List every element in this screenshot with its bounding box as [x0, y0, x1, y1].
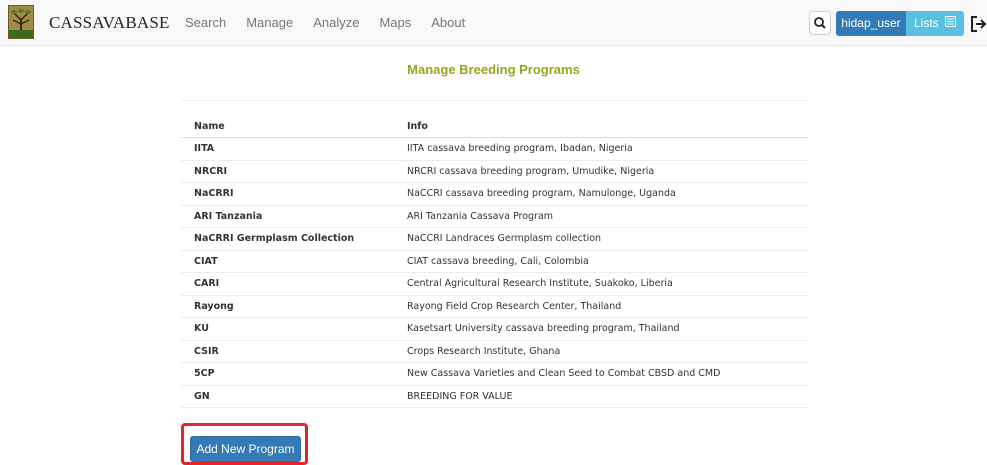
program-name[interactable]: IITA [181, 137, 394, 161]
breeding-programs-table: Name Info IITA IITA cassava breeding prog… [181, 115, 808, 408]
program-name[interactable]: KU [181, 317, 394, 341]
program-name[interactable]: CIAT [181, 250, 394, 273]
table-row: Rayong Rayong Field Crop Research Center,… [181, 295, 808, 318]
program-name[interactable]: Rayong [181, 295, 394, 318]
page-title: Manage Breeding Programs [407, 62, 580, 77]
nav-search[interactable]: Search [185, 0, 236, 46]
table-row: KU Kasetsart University cassava breeding … [181, 317, 808, 341]
table-row: NaCRRI NaCCRI cassava breeding program, N… [181, 182, 808, 206]
column-header-name[interactable]: Name [181, 115, 394, 138]
list-icon [945, 11, 957, 36]
program-info: Central Agricultural Research Institute,… [394, 272, 808, 296]
divider [181, 100, 808, 101]
lists-label: Lists [913, 16, 939, 30]
main-nav: Search Manage Analyze Maps About [185, 0, 475, 46]
nav-manage[interactable]: Manage [236, 0, 303, 46]
program-info: NRCRI cassava breeding program, Umudike,… [394, 160, 808, 183]
program-name[interactable]: GN [181, 385, 394, 408]
program-name[interactable]: NRCRI [181, 160, 394, 183]
table-row: GN BREEDING FOR VALUE [181, 385, 808, 408]
program-info: BREEDING FOR VALUE [394, 385, 808, 408]
program-name[interactable]: NaCRRI [181, 182, 394, 206]
program-name[interactable]: NaCRRI Germplasm Collection [181, 227, 394, 251]
program-name[interactable]: 5CP [181, 362, 394, 386]
table-row: CARI Central Agricultural Research Instit… [181, 272, 808, 296]
column-header-info[interactable]: Info [394, 115, 808, 138]
cassavabase-logo[interactable] [8, 5, 34, 39]
program-info: NaCCRI Landraces Germplasm collection [394, 227, 808, 251]
search-icon [814, 17, 826, 29]
user-button[interactable]: hidap_user [836, 11, 906, 36]
table-row: IITA IITA cassava breeding program, Ibada… [181, 137, 808, 161]
program-info: ARI Tanzania Cassava Program [394, 205, 808, 228]
program-info: Crops Research Institute, Ghana [394, 340, 808, 363]
table-row: CIAT CIAT cassava breeding, Cali, Colombi… [181, 250, 808, 273]
program-info: NaCCRI cassava breeding program, Namulon… [394, 182, 808, 206]
table-row: NaCRRI Germplasm Collection NaCCRI Landra… [181, 227, 808, 251]
table-row: ARI Tanzania ARI Tanzania Cassava Program [181, 205, 808, 228]
table-row: CSIR Crops Research Institute, Ghana [181, 340, 808, 363]
lists-button[interactable]: Lists [906, 11, 964, 36]
program-info: Rayong Field Crop Research Center, Thail… [394, 295, 808, 318]
logout-button[interactable] [970, 14, 987, 34]
program-info: Kasetsart University cassava breeding pr… [394, 317, 808, 341]
program-name[interactable]: CARI [181, 272, 394, 296]
program-info: CIAT cassava breeding, Cali, Colombia [394, 250, 808, 273]
top-navbar: CASSAVABASE Search Manage Analyze Maps A… [0, 0, 987, 46]
program-name[interactable]: ARI Tanzania [181, 205, 394, 228]
brand-name[interactable]: CASSAVABASE [49, 13, 170, 33]
nav-about[interactable]: About [421, 0, 475, 46]
program-name[interactable]: CSIR [181, 340, 394, 363]
program-info: New Cassava Varieties and Clean Seed to … [394, 362, 808, 386]
nav-analyze[interactable]: Analyze [303, 0, 369, 46]
table-header-row: Name Info [181, 115, 808, 138]
table-row: 5CP New Cassava Varieties and Clean Seed … [181, 362, 808, 386]
search-button[interactable] [809, 11, 831, 35]
logout-icon [971, 16, 987, 32]
table-row: NRCRI NRCRI cassava breeding program, Umu… [181, 160, 808, 183]
nav-maps[interactable]: Maps [369, 0, 421, 46]
add-new-program-button[interactable]: Add New Program [190, 436, 301, 462]
program-info: IITA cassava breeding program, Ibadan, N… [394, 137, 808, 161]
